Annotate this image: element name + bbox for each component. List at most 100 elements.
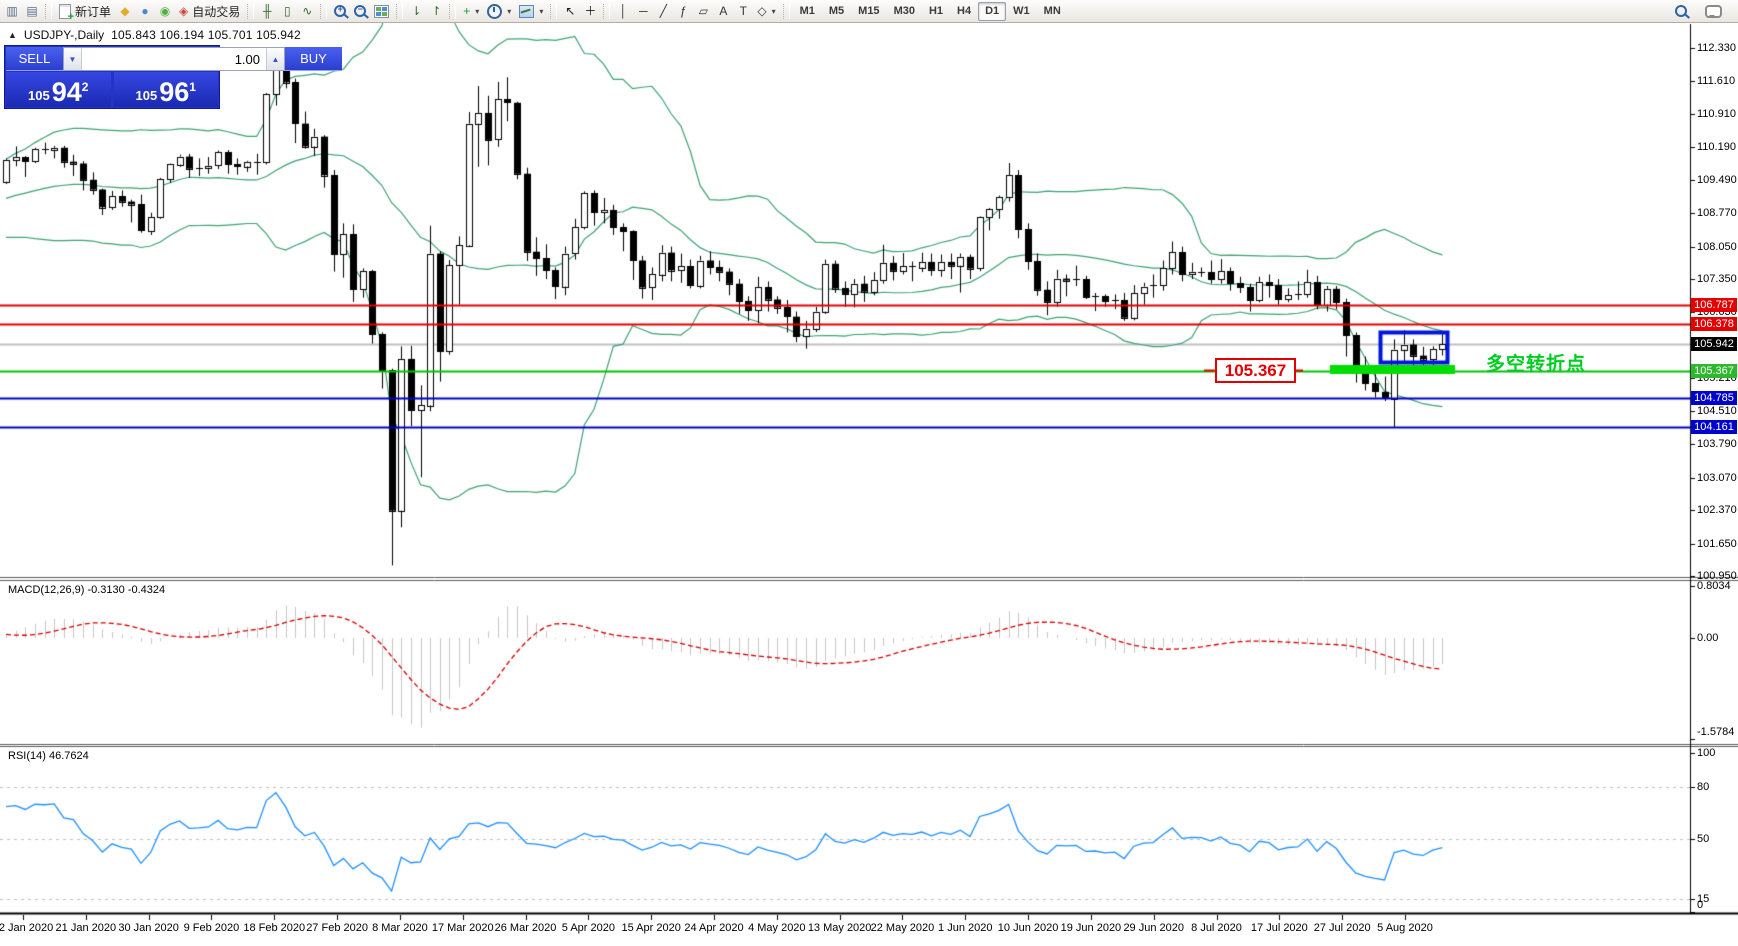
- chat-button[interactable]: [1701, 1, 1726, 21]
- zoom-in-icon: +: [334, 5, 347, 17]
- timeframe-m1[interactable]: M1: [793, 2, 822, 21]
- rsi-label: RSI(14) 46.7624: [8, 750, 89, 762]
- search-button[interactable]: [1671, 1, 1691, 21]
- timeframe-d1[interactable]: D1: [978, 1, 1007, 21]
- buy-button[interactable]: BUY: [285, 47, 342, 71]
- auto-arrange-icon: ⇂: [411, 4, 422, 18]
- community-icon: ●: [141, 4, 149, 18]
- price-axis-tag: 106.787: [1691, 298, 1737, 313]
- crosshair-button[interactable]: ＋: [580, 1, 600, 21]
- price-axis-label: 108.050: [1697, 240, 1737, 253]
- template-button[interactable]: ▾: [515, 1, 547, 21]
- market-icon: ◆: [120, 4, 130, 18]
- chart-title: ▲ USDJPY-,Daily 105.843 106.194 105.701 …: [8, 28, 301, 42]
- buy-price-button[interactable]: 105 96 1: [113, 72, 218, 107]
- chat-icon: [1705, 4, 1722, 18]
- fibonacci-button[interactable]: ƒ: [673, 1, 693, 21]
- toolbar-separator: [603, 3, 611, 19]
- zoom-out-icon: −: [354, 5, 367, 17]
- new-order-button-label: 新订单: [75, 4, 112, 19]
- timeframe-mn[interactable]: MN: [1037, 2, 1068, 21]
- periods-icon: [487, 3, 503, 19]
- vertical-line-button[interactable]: │: [613, 1, 633, 21]
- price-axis-label: 102.370: [1697, 504, 1737, 517]
- price-axis-label: 103.790: [1697, 438, 1737, 451]
- rsi-axis-label: 80: [1697, 781, 1710, 794]
- buy-price-prefix: 105: [135, 88, 158, 103]
- toolbar-separator: [320, 3, 328, 19]
- note-text-object[interactable]: 多空转折点: [1486, 349, 1586, 376]
- cascade-button[interactable]: ↾: [426, 1, 446, 21]
- price-axis-label: 109.490: [1697, 173, 1737, 186]
- sell-price-main: 94: [51, 77, 82, 107]
- price-callout-object[interactable]: 105.367: [1215, 358, 1296, 383]
- new-order-button[interactable]: 新订单: [55, 1, 115, 22]
- signals-button[interactable]: ◉: [155, 1, 175, 21]
- volume-down-button[interactable]: ▼: [64, 48, 82, 70]
- timeframe-h4[interactable]: H4: [950, 2, 978, 21]
- auto-arrange-button[interactable]: ⇂: [406, 1, 426, 21]
- charts-window-button[interactable]: ▥: [2, 1, 22, 21]
- buy-price-main: 96: [159, 77, 190, 107]
- timeframe-w1[interactable]: W1: [1006, 2, 1037, 21]
- timeframe-h1[interactable]: H1: [922, 2, 950, 21]
- price-axis-tag: 106.378: [1691, 317, 1737, 332]
- terminal-window: ▥▤新订单◆●◉◈自动交易╫▯∿+−⇂↾+▾▾▾↖＋│─╱ƒ▱AT◇▾M1M5M…: [0, 0, 1738, 946]
- sell-button[interactable]: SELL: [6, 47, 63, 71]
- community-button[interactable]: ●: [135, 1, 155, 21]
- macd-axis-label: 0.8034: [1697, 580, 1731, 593]
- text-button[interactable]: A: [713, 1, 733, 21]
- rsi-axis-label: 50: [1697, 833, 1710, 845]
- macd-axis-label: -1.5784: [1697, 726, 1735, 738]
- toolbar-separator: [782, 3, 790, 19]
- sell-price-button[interactable]: 105 94 2: [6, 72, 111, 107]
- price-axis-label: 110.190: [1697, 141, 1736, 154]
- line-chart-button[interactable]: ∿: [297, 1, 317, 21]
- vertical-line-icon: │: [619, 4, 628, 18]
- bar-chart-button[interactable]: ╫: [257, 1, 277, 21]
- tile-windows-button[interactable]: [370, 1, 393, 21]
- autotrading-button[interactable]: ◈ 自动交易: [175, 1, 244, 21]
- signals-icon: ◉: [159, 4, 171, 18]
- toolbar: ▥▤新订单◆●◉◈自动交易╫▯∿+−⇂↾+▾▾▾↖＋│─╱ƒ▱AT◇▾M1M5M…: [0, 0, 1738, 23]
- time-axis[interactable]: 12 Jan 202021 Jan 202030 Jan 20209 Feb 2…: [0, 915, 1690, 946]
- market-button[interactable]: ◆: [115, 1, 135, 21]
- add-indicator-button[interactable]: + ▾: [459, 1, 483, 21]
- channel-button[interactable]: ▱: [693, 1, 713, 21]
- crosshair-icon: ＋: [584, 4, 597, 18]
- volume-input[interactable]: [82, 48, 266, 70]
- ohlc-values: 105.843 106.194 105.701 105.942: [111, 28, 301, 42]
- price-axis-label: 101.650: [1697, 537, 1737, 550]
- macd-axis-label: 0.00: [1697, 632, 1719, 644]
- zoom-out-button[interactable]: −: [350, 1, 370, 21]
- zoom-in-button[interactable]: +: [330, 1, 350, 21]
- horizontal-line-button[interactable]: ─: [633, 1, 653, 21]
- candlestick-chart-icon: ▯: [283, 4, 291, 18]
- price-axis[interactable]: 112.330 111.610 110.910 110.190 109.490 108.7…: [1691, 24, 1738, 913]
- cursor-button[interactable]: ↖: [560, 1, 580, 21]
- cursor-icon: ↖: [565, 4, 576, 18]
- autotrading-button-label: 自动交易: [192, 4, 241, 19]
- toolbar-separator: [45, 3, 52, 19]
- timeframe-m5[interactable]: M5: [822, 2, 851, 21]
- timeframe-m30[interactable]: M30: [887, 2, 922, 21]
- price-axis-label: 111.610: [1697, 75, 1736, 88]
- search-icon: [1675, 5, 1687, 17]
- periods-button[interactable]: ▾: [483, 1, 515, 21]
- profiles-icon: ▤: [26, 4, 38, 18]
- shapes-button[interactable]: ◇ ▾: [753, 1, 779, 21]
- volume-up-button[interactable]: ▲: [266, 48, 284, 70]
- text-label-button[interactable]: T: [733, 1, 753, 21]
- candlestick-chart-button[interactable]: ▯: [277, 1, 297, 21]
- price-axis-label: 103.070: [1697, 471, 1737, 484]
- timeframe-m15[interactable]: M15: [851, 2, 886, 21]
- collapse-arrow-icon[interactable]: ▲: [8, 30, 17, 40]
- toolbar-separator: [247, 3, 255, 19]
- rsi-axis-label: 100: [1697, 746, 1716, 759]
- profiles-button[interactable]: ▤: [22, 1, 42, 21]
- price-axis-label: 107.350: [1697, 273, 1737, 286]
- new-order-icon: [59, 3, 74, 22]
- trendline-button[interactable]: ╱: [653, 1, 673, 21]
- horizontal-line-icon: ─: [639, 4, 648, 18]
- chart-canvas[interactable]: [0, 0, 1738, 946]
